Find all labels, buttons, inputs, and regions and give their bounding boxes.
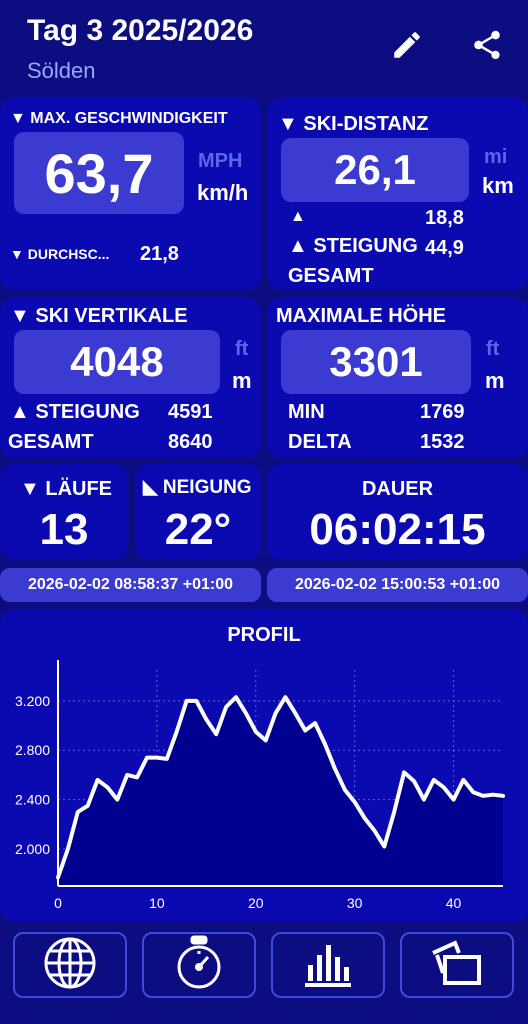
slope-title: ◣ NEIGUNG [143,477,252,498]
altitude-profile-chart: 2.000 2.400 2.800 3.200 0 10 20 30 40 [15,660,505,911]
x-tick-label: 20 [248,895,264,911]
page-subtitle: Sölden [27,58,96,83]
nav-photos-button[interactable] [400,932,514,998]
pencil-icon[interactable] [390,28,424,62]
altitude-unit-ft[interactable]: ft [486,338,499,361]
distance-unit-mi[interactable]: mi [484,146,507,169]
nav-map-button[interactable] [13,932,127,998]
avg-speed-value: 21,8 [140,243,179,265]
vertical-climb-label: ▲ STEIGUNG [10,401,140,423]
climb-arrow: ▲ [290,208,306,225]
vertical-total-value: 8640 [168,431,213,453]
altitude-min-value: 1769 [420,401,465,423]
nav-stats-button[interactable] [271,932,385,998]
duration-title: DAUER [361,478,434,500]
photos-icon [427,935,487,996]
speed-unit-mph[interactable]: MPH [198,150,242,173]
max-altitude-value: 3301 [281,330,471,394]
profile-area [58,697,503,886]
runs-value: 13 [39,505,89,554]
distance-unit-km[interactable]: km [482,173,514,199]
x-tick-label: 0 [54,895,62,911]
altitude-unit-m[interactable]: m [485,368,505,394]
max-altitude-title: MAXIMALE HÖHE [276,305,446,327]
page-title: Tag 3 2025/2026 [27,14,254,47]
ski-vertical-title: ▼ SKI VERTIKALE [10,305,188,327]
avg-speed-label: ▼ DURCHSC... [10,246,110,262]
y-tick-label: 2.000 [15,841,50,857]
y-tick-label: 2.400 [15,792,50,808]
start-time: 2026-02-02 08:58:37 +01:00 [0,568,261,602]
globe-icon [42,935,98,996]
share-icon[interactable] [470,28,504,62]
slope-value: 22° [164,505,232,554]
distance-climb-value-top: 18,8 [425,207,464,229]
ski-distance-title: ▼ SKI-DISTANZ [278,113,429,135]
x-tick-label: 30 [347,895,363,911]
x-tick-label: 40 [446,895,462,911]
end-time: 2026-02-02 15:00:53 +01:00 [267,568,528,602]
y-tick-label: 3.200 [15,693,50,709]
max-speed-value: 63,7 [14,132,184,214]
nav-timer-button[interactable] [142,932,256,998]
ski-distance-value: 26,1 [281,138,469,202]
speed-unit-kmh[interactable]: km/h [197,180,248,206]
y-tick-label: 2.800 [15,742,50,758]
vertical-unit-m[interactable]: m [232,368,252,394]
max-speed-title: ▼ MAX. GESCHWINDIGKEIT [10,110,228,127]
vertical-climb-value: 4591 [168,401,213,423]
ski-vertical-value: 4048 [14,330,220,394]
x-tick-label: 10 [149,895,165,911]
stopwatch-icon [171,935,227,996]
distance-climb-value: 44,9 [425,237,464,259]
vertical-total-label: GESAMT [8,431,94,453]
profile-title: PROFIL [227,624,301,646]
distance-total-label: GESAMT [288,265,374,287]
bar-chart-icon [300,935,356,996]
vertical-unit-ft[interactable]: ft [235,338,248,361]
distance-climb-label: ▲ STEIGUNG [288,235,418,257]
altitude-delta-value: 1532 [420,431,465,453]
altitude-min-label: MIN [288,401,325,423]
runs-title: ▼ LÄUFE [20,478,113,500]
altitude-delta-label: DELTA [288,431,352,453]
duration-value: 06:02:15 [309,505,486,554]
